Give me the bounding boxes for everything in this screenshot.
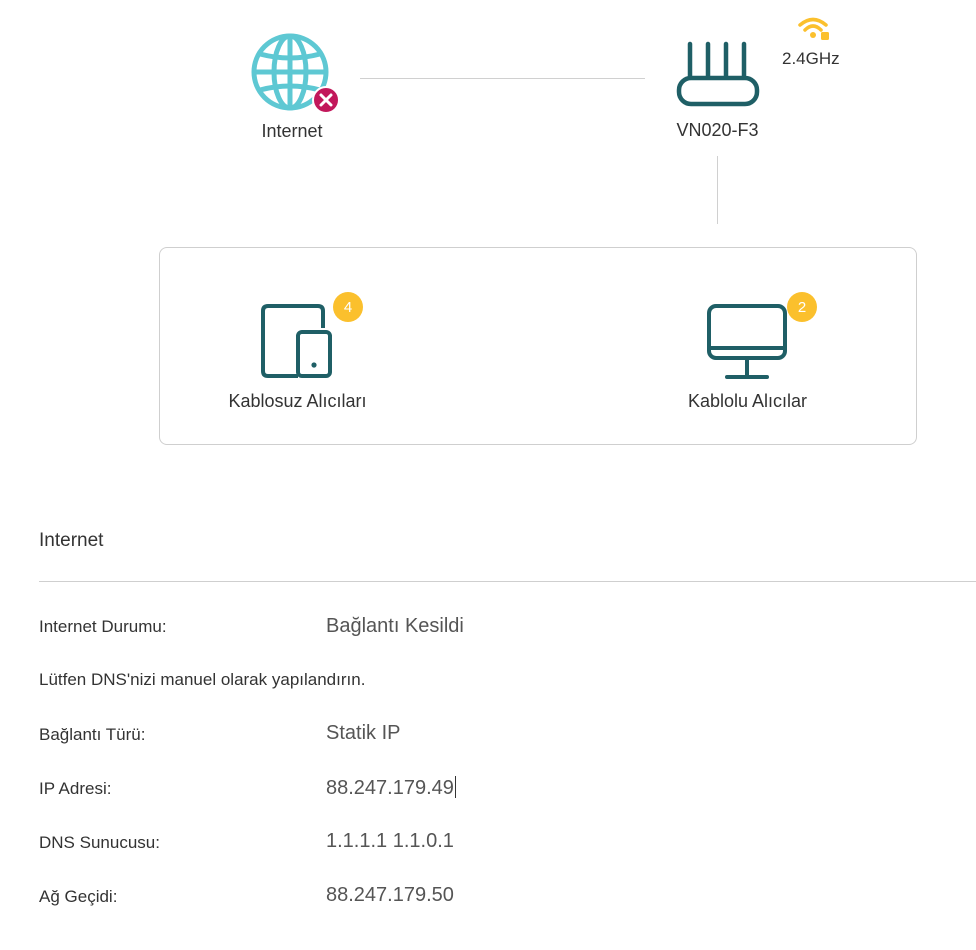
text-cursor xyxy=(454,776,456,798)
internet-status-label: Internet Durumu: xyxy=(39,617,167,636)
dns-notice: Lütfen DNS'nizi manuel olarak yapılandır… xyxy=(39,670,366,689)
router-icon xyxy=(676,41,760,107)
ip-address-label: IP Adresi: xyxy=(39,779,112,798)
wireless-clients[interactable]: 4 Kablosuz Alıcıları xyxy=(210,290,385,420)
wired-clients[interactable]: 2 Kablolu Alıcılar xyxy=(665,290,830,420)
band-label: 2.4GHz xyxy=(782,49,840,68)
internet-node[interactable]: Internet xyxy=(240,30,344,148)
wireless-count-badge: 4 xyxy=(333,292,363,322)
gateway-label: Ağ Geçidi: xyxy=(39,887,118,906)
internet-status-value: Bağlantı Kesildi xyxy=(326,615,464,637)
internet-label: Internet xyxy=(261,121,323,141)
ip-address-value[interactable]: 88.247.179.49 xyxy=(326,776,456,800)
wifi-icon xyxy=(798,17,829,40)
internet-router-link xyxy=(360,78,645,79)
dns-server-value: 1.1.1.1 1.1.0.1 xyxy=(326,830,454,852)
ip-address-text: 88.247.179.49 xyxy=(326,777,454,799)
wired-clients-label: Kablolu Alıcılar xyxy=(687,391,808,411)
gateway-value: 88.247.179.50 xyxy=(326,884,454,906)
desktop-icon xyxy=(707,304,787,379)
dns-server-label: DNS Sunucusu: xyxy=(39,833,160,852)
connection-type-value: Statik IP xyxy=(326,722,401,744)
internet-section-title: Internet xyxy=(39,530,104,551)
router-label: VN020-F3 xyxy=(676,120,759,140)
router-clients-link xyxy=(717,156,718,224)
section-divider xyxy=(39,581,976,582)
disconnected-icon xyxy=(312,86,340,114)
wireless-clients-label: Kablosuz Alıcıları xyxy=(228,391,367,411)
connection-type-label: Bağlantı Türü: xyxy=(39,725,146,744)
wireless-devices-icon xyxy=(261,304,332,378)
wired-count-badge: 2 xyxy=(787,292,817,322)
router-node[interactable]: VN020-F3 xyxy=(660,36,775,146)
